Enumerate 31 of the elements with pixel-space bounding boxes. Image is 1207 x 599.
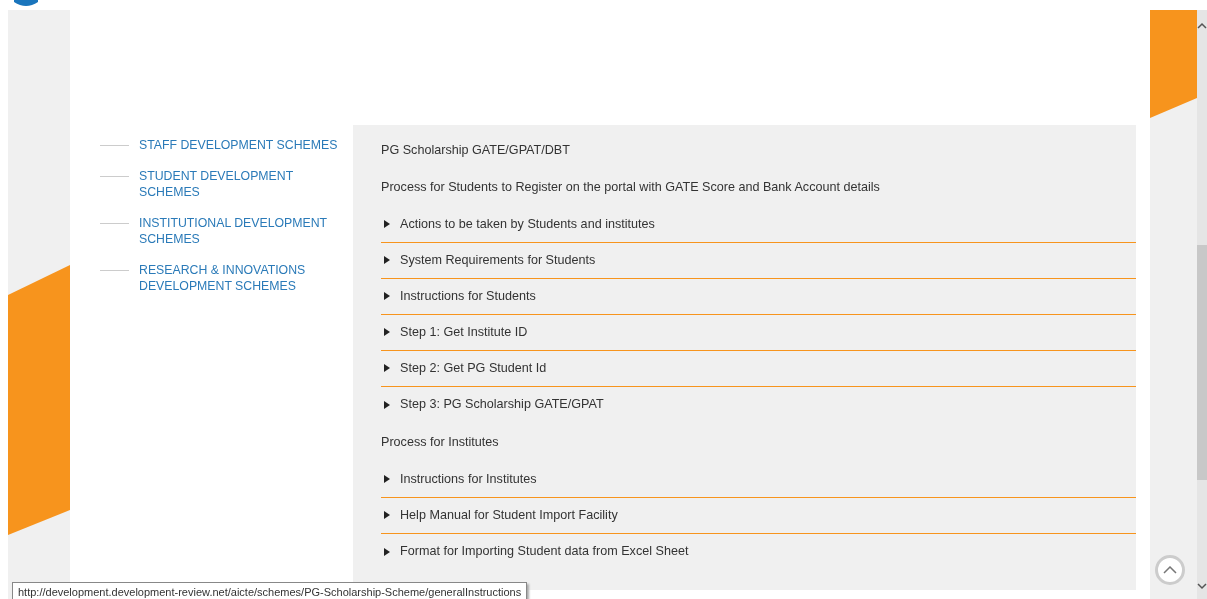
sidebar-link[interactable]: INSTITUTIONAL DEVELOPMENT SCHEMES — [139, 214, 344, 248]
accordion-item[interactable]: Help Manual for Student Import Facility — [381, 497, 1136, 534]
caret-icon — [384, 364, 390, 373]
caret-icon — [384, 511, 390, 520]
caret-icon — [384, 547, 390, 556]
group-heading: Process for Students to Register on the portal with GATE Score and Bank Account details — [381, 178, 881, 196]
accordion-item[interactable]: Instructions for Institutes — [381, 461, 1136, 498]
caret-icon — [384, 400, 390, 409]
accordion-item[interactable]: Format for Importing Student data from Excel Sheet — [381, 533, 1136, 570]
caret-icon — [384, 292, 390, 301]
accordion-item[interactable]: Step 1: Get Institute ID — [381, 314, 1136, 351]
accordion-item[interactable]: Step 3: PG Scholarship GATE/GPAT — [381, 386, 1136, 423]
accordion-item[interactable]: Instructions for Students — [381, 278, 1136, 315]
accordion-item[interactable]: Actions to be taken by Students and institutes — [381, 206, 1136, 243]
group-heading: Process for Institutes — [381, 433, 500, 451]
chevron-up-icon — [1163, 566, 1177, 574]
caret-icon — [384, 328, 390, 337]
scroll-down-icon[interactable] — [1197, 582, 1207, 590]
accordion-item[interactable]: Step 2: Get PG Student Id — [381, 350, 1136, 387]
scrollbar-thumb[interactable] — [1197, 245, 1207, 480]
section-title: PG Scholarship GATE/GPAT/DBT — [381, 142, 571, 159]
status-url: http://development.development-review.net/aicte/schemes/PG-Scholarship-Scheme/generalInstructions — [12, 582, 528, 599]
sidebar-link[interactable]: RESEARCH & INNOVATIONS DEVELOPMENT SCHEMES — [139, 261, 344, 295]
logo-icon — [14, 0, 38, 8]
sidebar-link[interactable]: STUDENT DEVELOPMENT SCHEMES — [139, 167, 344, 201]
caret-icon — [384, 475, 390, 484]
caret-icon — [384, 220, 390, 229]
accordion-item[interactable]: System Requirements for Students — [381, 242, 1136, 279]
caret-icon — [384, 256, 390, 265]
scroll-up-icon[interactable] — [1197, 22, 1207, 30]
sidebar-link[interactable]: STAFF DEVELOPMENT SCHEMES — [139, 137, 344, 154]
